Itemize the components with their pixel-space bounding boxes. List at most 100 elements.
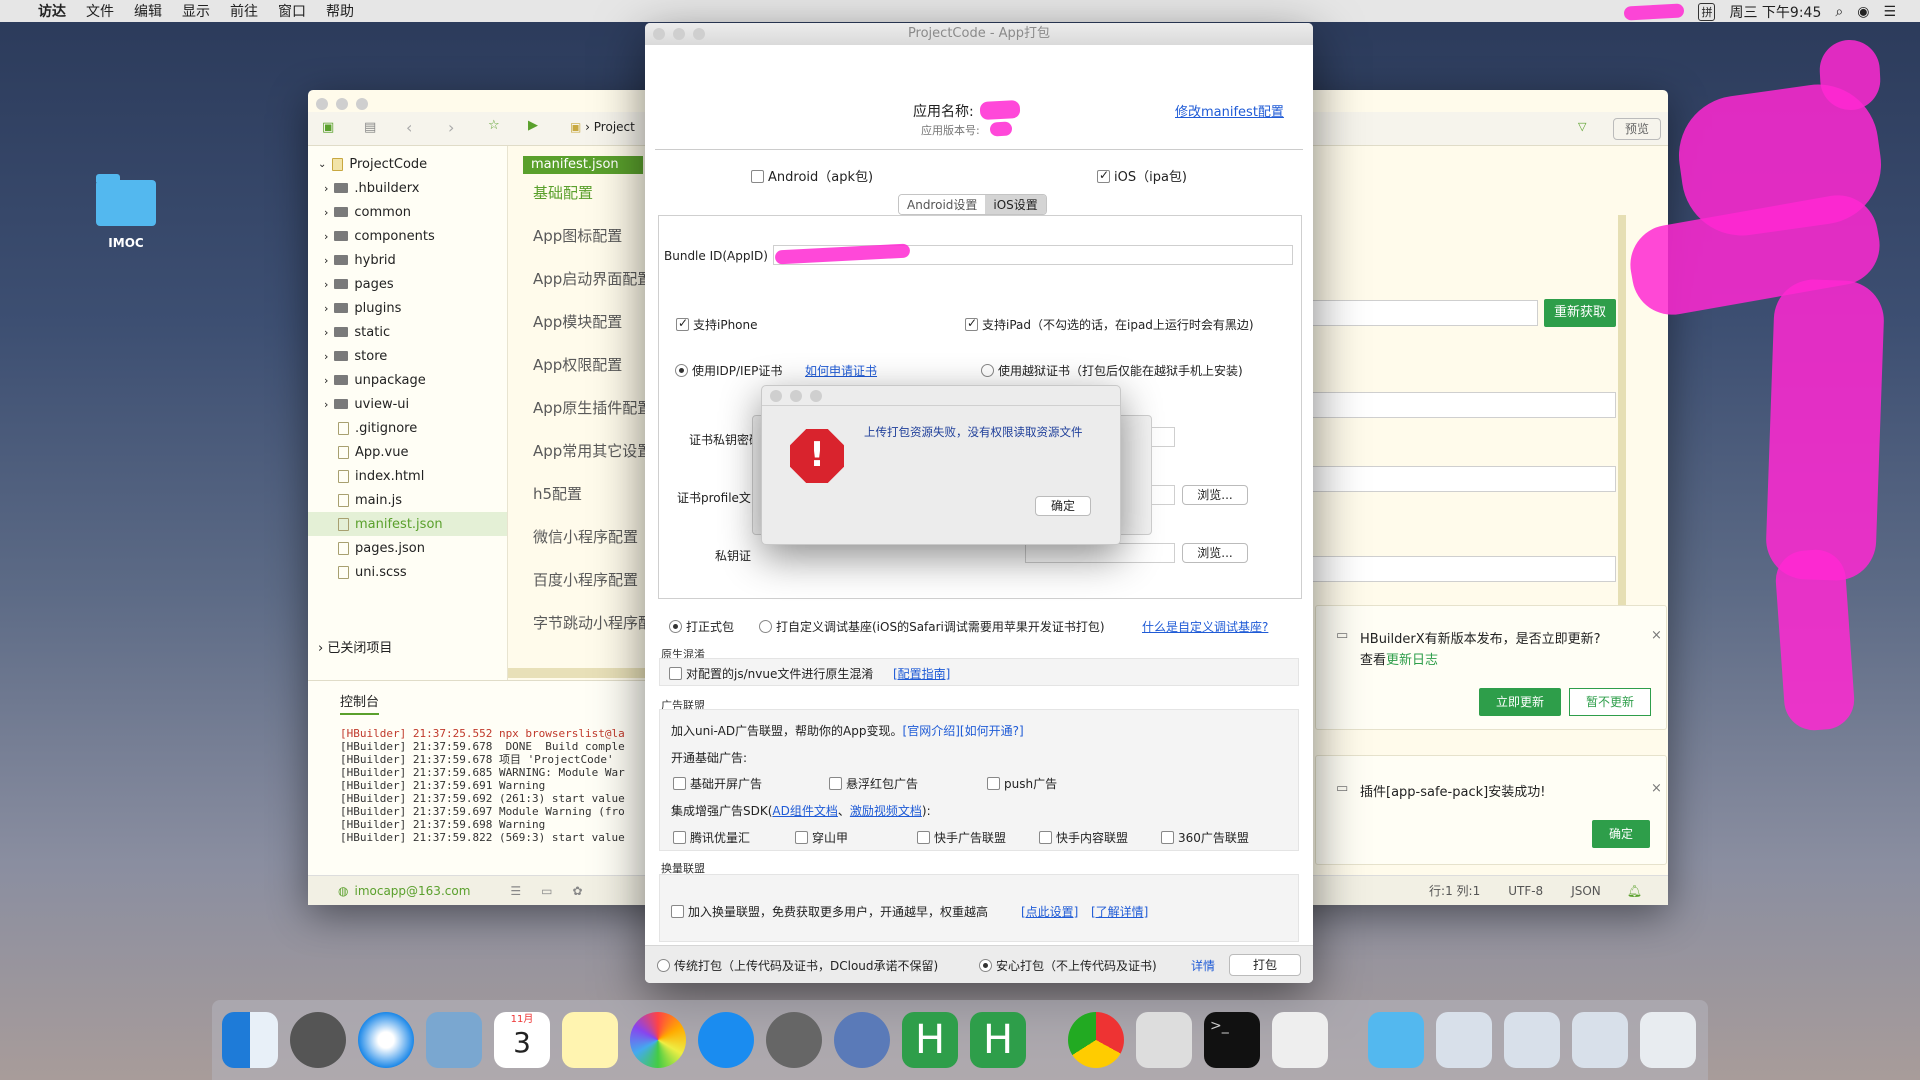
settings-nav-item[interactable]: App常用其它设置 <box>508 440 658 483</box>
checkbox[interactable] <box>673 831 686 844</box>
chevron-right-icon[interactable]: › <box>324 230 328 243</box>
back-icon[interactable]: ‹ <box>406 118 412 137</box>
menu-file[interactable]: 文件 <box>86 1 114 21</box>
settings-nav-item[interactable]: 微信小程序配置 <box>508 526 658 569</box>
zoom-icon[interactable] <box>693 28 705 40</box>
tab-ios-settings[interactable]: iOS设置 <box>985 195 1046 214</box>
checkbox[interactable] <box>1097 168 1110 183</box>
bell-icon[interactable]: 🔔︎ <box>1627 884 1642 898</box>
formal-pack-radio[interactable]: 打正式包 <box>669 618 734 635</box>
menubar-clock[interactable]: 周三 下午9:45 <box>1729 2 1821 22</box>
minimize-icon[interactable] <box>336 98 348 110</box>
photos-icon[interactable] <box>630 1012 686 1068</box>
star-icon[interactable]: ☆ <box>488 118 500 133</box>
radio[interactable] <box>759 620 772 633</box>
edit-manifest-link[interactable]: 修改manifest配置 <box>1175 101 1284 120</box>
radio[interactable] <box>675 364 688 377</box>
menu-edit[interactable]: 编辑 <box>134 1 162 21</box>
network-icon[interactable] <box>834 1012 890 1068</box>
menu-view[interactable]: 显示 <box>182 1 210 21</box>
ad-redpacket-checkbox[interactable]: 悬浮红包广告 <box>829 775 918 792</box>
textedit-icon[interactable] <box>1272 1012 1328 1068</box>
chevron-right-icon[interactable]: › <box>324 278 328 291</box>
radio[interactable] <box>669 620 682 633</box>
trash-icon[interactable] <box>1640 1012 1696 1068</box>
recent-window-icon[interactable] <box>1572 1012 1628 1068</box>
tree-root[interactable]: ⌄ ProjectCode <box>308 152 507 176</box>
zoom-icon[interactable] <box>810 390 822 402</box>
checkbox[interactable] <box>965 316 978 331</box>
ad-how-link[interactable]: [如何开通?] <box>960 724 1024 738</box>
browse-key-button[interactable]: 浏览... <box>1182 543 1248 563</box>
custom-base-radio[interactable]: 打自定义调试基座(iOS的Safari调试需要用苹果开发证书打包) <box>759 618 1105 635</box>
checkbox[interactable] <box>1161 831 1174 844</box>
editor-field-3[interactable] <box>1308 466 1616 492</box>
settings-nav-item[interactable]: App图标配置 <box>508 225 658 268</box>
support-ipad-checkbox[interactable]: 支持iPad（不勾选的话，在ipad上运行时会有黑边) <box>965 316 1254 333</box>
close-icon[interactable]: × <box>1651 781 1662 796</box>
editor-field-4[interactable] <box>1308 556 1616 582</box>
menu-help[interactable]: 帮助 <box>326 1 354 21</box>
swap-checkbox[interactable]: 加入换量联盟，免费获取更多用户，开通越早，权重越高 <box>671 903 988 920</box>
how-apply-link[interactable]: 如何申请证书 <box>805 362 877 379</box>
minimize-icon[interactable] <box>790 390 802 402</box>
recent-window-icon[interactable] <box>1504 1012 1560 1068</box>
checkbox[interactable] <box>987 777 1000 790</box>
ios-checkbox[interactable]: iOS（ipa包) <box>1097 166 1187 185</box>
calendar-icon[interactable]: 11月 3 <box>494 1012 550 1068</box>
tree-folder[interactable]: › pages <box>308 272 507 296</box>
settings-nav-item[interactable]: App模块配置 <box>508 311 658 354</box>
plugin-icon[interactable]: ✿ <box>573 884 583 898</box>
chevron-right-icon[interactable]: › <box>324 326 328 339</box>
sdk-tencent-checkbox[interactable]: 腾讯优量汇 <box>673 829 750 846</box>
settings-nav-item[interactable]: App启动界面配置 <box>508 268 658 311</box>
terminal-icon[interactable]: >_ <box>1204 1012 1260 1068</box>
new-file-icon[interactable]: ▣ <box>322 120 334 135</box>
settings-nav-item[interactable]: h5配置 <box>508 483 658 526</box>
sdk-kuaishou-content-checkbox[interactable]: 快手内容联盟 <box>1039 829 1128 846</box>
system-preferences-icon[interactable] <box>766 1012 822 1068</box>
close-icon[interactable] <box>770 390 782 402</box>
chevron-right-icon[interactable]: › <box>324 206 328 219</box>
app-store-icon[interactable] <box>698 1012 754 1068</box>
safari-icon[interactable] <box>358 1012 414 1068</box>
recent-window-icon[interactable] <box>1436 1012 1492 1068</box>
tree-folder[interactable]: › uview-ui <box>308 392 507 416</box>
tree-folder[interactable]: › static <box>308 320 507 344</box>
tree-file[interactable]: pages.json <box>308 536 507 560</box>
ad-official-link[interactable]: [官网介绍] <box>903 724 960 738</box>
console-tab[interactable]: 控制台 <box>340 691 380 715</box>
settings-nav-item[interactable]: App权限配置 <box>508 354 658 397</box>
siri-icon[interactable]: ◉ <box>1857 4 1869 20</box>
sdk-kuaishou-ad-checkbox[interactable]: 快手广告联盟 <box>917 829 1006 846</box>
tree-folder[interactable]: › components <box>308 224 507 248</box>
settings-nav-item[interactable]: 基础配置 <box>508 182 658 225</box>
radio[interactable] <box>657 959 670 972</box>
downloads-folder-icon[interactable] <box>1368 1012 1424 1068</box>
editor-field-2[interactable] <box>1308 392 1616 418</box>
tree-file[interactable]: manifest.json <box>308 512 507 536</box>
tree-file[interactable]: index.html <box>308 464 507 488</box>
ad-doc-link[interactable]: AD组件文档 <box>772 804 837 818</box>
swap-set-link[interactable]: [点此设置] <box>1021 903 1078 920</box>
launchpad-icon[interactable] <box>290 1012 346 1068</box>
save-icon[interactable]: ▤ <box>364 120 376 135</box>
radio[interactable] <box>979 959 992 972</box>
config-guide-link[interactable]: [配置指南] <box>893 665 950 682</box>
chrome-icon[interactable] <box>1068 1012 1124 1068</box>
swap-more-link[interactable]: [了解详情] <box>1091 903 1148 920</box>
notes-icon[interactable] <box>562 1012 618 1068</box>
private-key-input[interactable] <box>1025 543 1175 563</box>
hbuilderx-icon[interactable]: H <box>902 1012 958 1068</box>
tab-android-settings[interactable]: Android设置 <box>899 195 986 214</box>
tree-file[interactable]: .gitignore <box>308 416 507 440</box>
menu-window[interactable]: 窗口 <box>278 1 306 21</box>
settings-nav-item[interactable]: 百度小程序配置 <box>508 569 658 612</box>
chevron-right-icon[interactable]: › <box>324 302 328 315</box>
checkbox[interactable] <box>917 831 930 844</box>
tree-folder[interactable]: › unpackage <box>308 368 507 392</box>
refetch-button[interactable]: 重新获取 <box>1544 299 1616 327</box>
alert-ok-button[interactable]: 确定 <box>1035 496 1091 516</box>
notification-center-icon[interactable]: ☰ <box>1883 4 1896 20</box>
tree-folder[interactable]: › plugins <box>308 296 507 320</box>
